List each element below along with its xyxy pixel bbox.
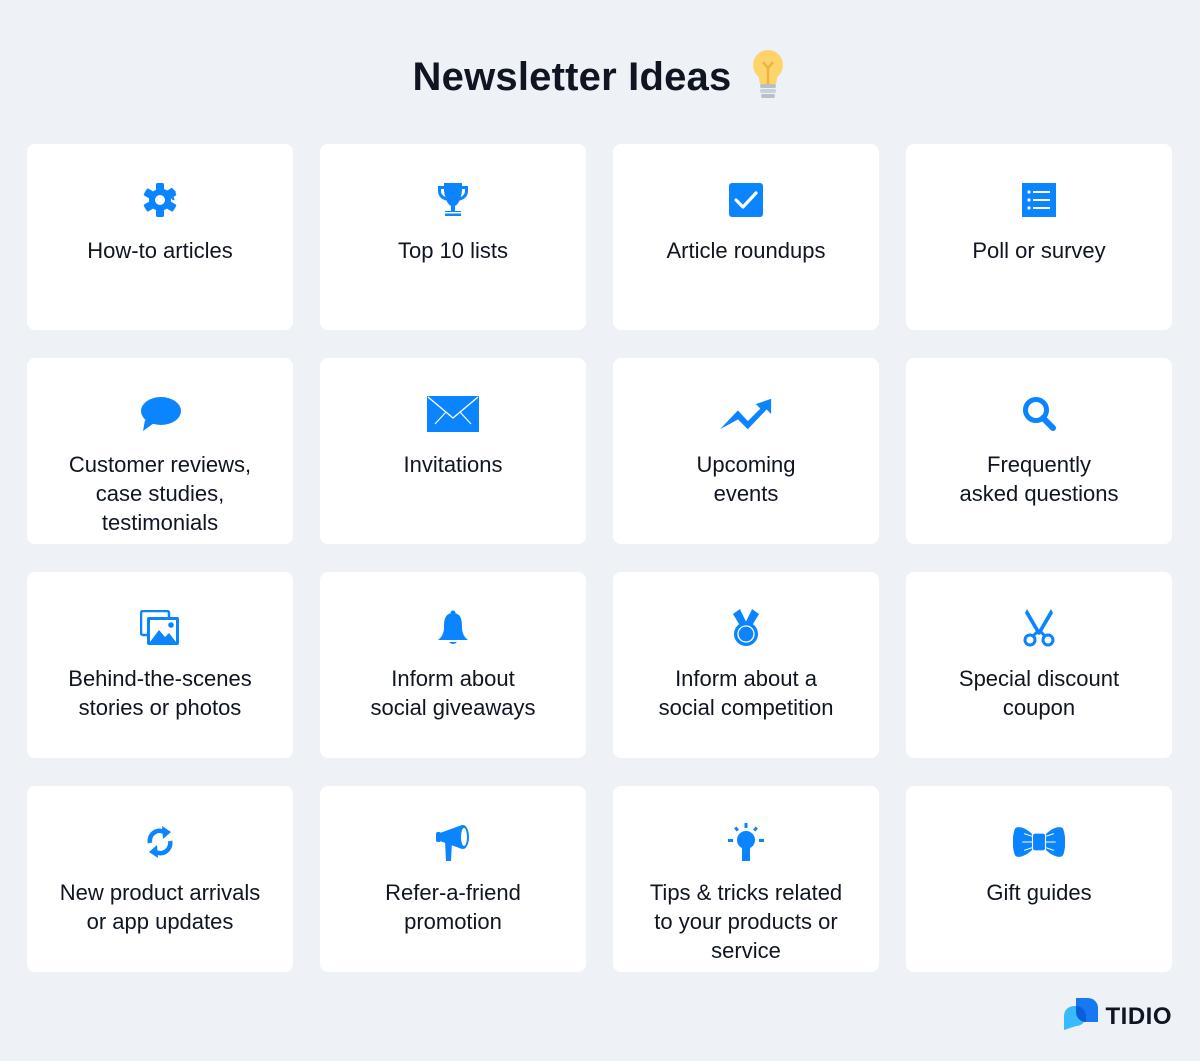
idea-card-how-to: How-to articles bbox=[27, 144, 293, 330]
idea-label: Tips & tricks related to your products o… bbox=[649, 880, 843, 963]
idea-label: Inform about social giveaways bbox=[370, 666, 536, 720]
idea-label: How-to articles bbox=[87, 238, 233, 263]
lightbulb-icon bbox=[749, 48, 787, 107]
idea-label: Article roundups bbox=[666, 238, 826, 263]
idea-card-gift-guides: Gift guides bbox=[906, 786, 1172, 972]
megaphone-icon bbox=[427, 822, 479, 862]
idea-label: Behind-the-scenes stories or photos bbox=[68, 666, 252, 720]
idea-card-article-roundups: Article roundups bbox=[613, 144, 879, 330]
ideas-grid: How-to articles Top 10 lists Article rou… bbox=[27, 144, 1172, 972]
idea-card-behind-the-scenes: Behind-the-scenes stories or photos bbox=[27, 572, 293, 758]
bell-icon bbox=[427, 608, 479, 648]
header: Newsletter Ideas bbox=[0, 48, 1200, 107]
envelope-icon bbox=[427, 394, 479, 434]
idea-card-social-giveaways: Inform about social giveaways bbox=[320, 572, 586, 758]
idea-label: Poll or survey bbox=[972, 238, 1106, 263]
idea-card-tips-tricks: Tips & tricks related to your products o… bbox=[613, 786, 879, 972]
idea-label: Special discount coupon bbox=[958, 666, 1120, 720]
idea-card-social-competition: Inform about a social competition bbox=[613, 572, 879, 758]
medal-icon bbox=[720, 608, 772, 648]
idea-label: Upcoming events bbox=[696, 452, 796, 506]
page-title: Newsletter Ideas bbox=[412, 55, 732, 99]
refresh-icon bbox=[134, 822, 186, 862]
search-icon bbox=[1013, 394, 1065, 434]
idea-label: Invitations bbox=[403, 452, 503, 477]
checkbox-icon bbox=[720, 180, 772, 220]
idea-card-refer-a-friend: Refer-a-friend promotion bbox=[320, 786, 586, 972]
idea-card-customer-reviews: Customer reviews, case studies, testimon… bbox=[27, 358, 293, 544]
chat-bubble-icon bbox=[134, 394, 186, 434]
idea-card-new-products: New product arrivals or app updates bbox=[27, 786, 293, 972]
idea-label: New product arrivals or app updates bbox=[59, 880, 261, 934]
idea-label: Inform about a social competition bbox=[658, 666, 834, 720]
idea-card-top-10: Top 10 lists bbox=[320, 144, 586, 330]
idea-card-invitations: Invitations bbox=[320, 358, 586, 544]
idea-label: Frequently asked questions bbox=[959, 452, 1119, 506]
gear-icon bbox=[134, 180, 186, 220]
bow-tie-icon bbox=[1013, 822, 1065, 862]
idea-label: Top 10 lists bbox=[397, 238, 509, 263]
trophy-icon bbox=[427, 180, 479, 220]
idea-label: Gift guides bbox=[986, 880, 1092, 905]
idea-card-poll: Poll or survey bbox=[906, 144, 1172, 330]
idea-bulb-icon bbox=[720, 822, 772, 862]
list-icon bbox=[1013, 180, 1065, 220]
idea-label: Refer-a-friend promotion bbox=[385, 880, 521, 934]
idea-card-discount-coupon: Special discount coupon bbox=[906, 572, 1172, 758]
idea-card-faq: Frequently asked questions bbox=[906, 358, 1172, 544]
scissors-icon bbox=[1013, 608, 1065, 648]
brand-name: TIDIO bbox=[1105, 1002, 1172, 1030]
idea-label: Customer reviews, case studies, testimon… bbox=[68, 452, 252, 535]
trending-up-icon bbox=[720, 394, 772, 434]
brand-logo: TIDIO bbox=[1063, 998, 1173, 1035]
photos-icon bbox=[134, 608, 186, 648]
tidio-logo-icon bbox=[1063, 998, 1098, 1035]
idea-card-upcoming-events: Upcoming events bbox=[613, 358, 879, 544]
